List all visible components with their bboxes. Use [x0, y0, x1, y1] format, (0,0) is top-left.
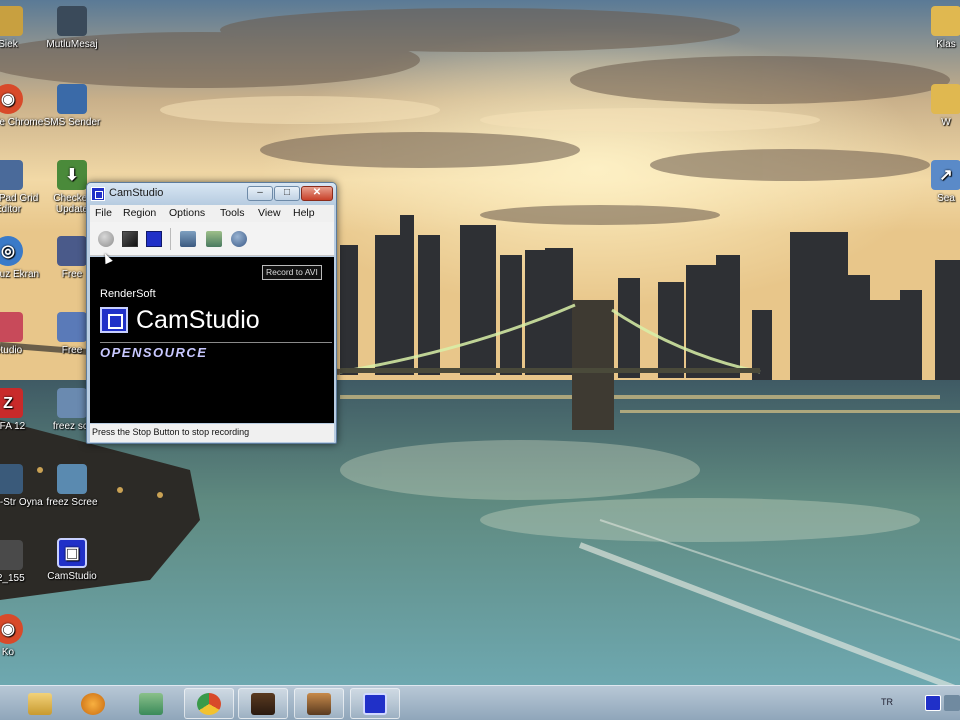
network-icon: [139, 692, 163, 715]
window-title: CamStudio: [109, 187, 164, 199]
desktop-icon-label: freez Scree: [46, 497, 98, 508]
camstudio-icon: [363, 692, 387, 715]
taskbar-camstudio[interactable]: [350, 688, 400, 719]
minimize-button[interactable]: –: [247, 186, 273, 201]
desktop-icon-klasor[interactable]: Klas: [910, 6, 960, 50]
app-icon: [57, 388, 87, 418]
brand-name: CamStudio: [136, 306, 260, 334]
desktop-icon-search[interactable]: ↗ Sea: [910, 160, 960, 204]
download-icon: ⬇: [57, 160, 87, 190]
status-bar: Press the Stop Button to stop recording: [90, 424, 334, 442]
desktop-icon-w[interactable]: W: [910, 84, 960, 128]
tray-arrow-icon[interactable]: [904, 695, 920, 711]
desktop-icon-label: Sea: [937, 193, 955, 204]
studio-icon: [0, 312, 23, 342]
desktop-icon-label: Free: [61, 269, 83, 280]
app-icon: [57, 464, 87, 494]
desktop-icon-label: Klas: [936, 39, 956, 50]
desktop-icon-freez-screen[interactable]: freez Scree: [36, 464, 108, 508]
shortcut-icon: ↗: [931, 160, 960, 190]
close-button[interactable]: ✕: [301, 186, 333, 201]
record-button[interactable]: [98, 231, 114, 247]
media-player-icon: [81, 692, 105, 715]
desktop-icon-mutlumesaj[interactable]: MutluMesaj: [36, 6, 108, 50]
chrome-icon: ◉: [0, 84, 23, 114]
taskbar-media-player[interactable]: [68, 688, 118, 719]
window-titlebar[interactable]: CamStudio – □ ✕: [87, 183, 336, 205]
folder-icon: [0, 6, 23, 36]
desktop-icon-label: W: [941, 117, 951, 128]
globe-icon[interactable]: [231, 231, 247, 247]
desktop-icon-chrome-2[interactable]: ◉ Ko: [0, 614, 44, 658]
desktop-icon-label: MutluMesaj: [46, 39, 98, 50]
desktop-icon-sms-sender[interactable]: SMS Sender: [36, 84, 108, 128]
menu-tools[interactable]: Tools: [220, 207, 245, 219]
desktop-icon-label: CamStudio: [47, 571, 97, 582]
desktop-icon-label: 42_155: [0, 573, 25, 584]
menu-file[interactable]: File: [95, 207, 112, 219]
folder-icon: [931, 84, 960, 114]
taskbar-explorer[interactable]: [15, 688, 65, 719]
desktop-icon-label: SMS Sender: [43, 117, 101, 128]
taskbar-network[interactable]: [126, 688, 176, 719]
brand-tagline: OPENSOURCE: [100, 345, 208, 360]
fifa-icon: Z: [0, 388, 23, 418]
horse-icon: [251, 692, 275, 715]
folder-icon: [931, 6, 960, 36]
notepad-icon: [0, 160, 23, 190]
game-character-icon: [307, 692, 331, 715]
tray-network-icon[interactable]: [944, 695, 960, 711]
toolbar-separator: [170, 228, 171, 250]
stop-button[interactable]: [122, 231, 138, 247]
desktop-icon-camstudio[interactable]: ▣ CamStudio: [36, 538, 108, 582]
app-icon: [57, 312, 87, 342]
chrome-icon: ◉: [0, 614, 23, 644]
camstudio-logo-icon: [100, 307, 128, 333]
folder-icon: [28, 692, 52, 715]
app-icon: [57, 6, 87, 36]
game-icon: [0, 464, 23, 494]
desktop-icon-label: Studio: [0, 345, 23, 356]
chrome-icon: [197, 692, 221, 715]
layout-icon[interactable]: [206, 231, 222, 247]
globe-icon: ◎: [0, 236, 23, 266]
maximize-button[interactable]: □: [274, 186, 300, 201]
desktop-icon-label: FIFA 12: [0, 421, 26, 432]
taskbar-game-app[interactable]: [294, 688, 344, 719]
desktop-icon-label: Siek: [0, 39, 18, 50]
region-icon[interactable]: [180, 231, 196, 247]
taskbar-horse-app[interactable]: [238, 688, 288, 719]
desktop-icon-label: Ko: [1, 647, 15, 658]
desktop-icon-label: NotePad Grid Editor: [0, 193, 39, 215]
taskbar: TR: [0, 685, 960, 720]
menu-view[interactable]: View: [258, 207, 281, 219]
camstudio-window[interactable]: CamStudio – □ ✕ File Region Options Tool…: [86, 182, 337, 444]
sms-app-icon: [57, 84, 87, 114]
record-to-avi-button[interactable]: Record to AVI: [262, 265, 322, 280]
menu-help[interactable]: Help: [293, 207, 315, 219]
brand-subtitle: RenderSoft: [100, 288, 156, 300]
camstudio-app-icon: [91, 187, 105, 201]
menu-bar: File Region Options Tools View Help: [90, 205, 334, 222]
app-icon: [57, 236, 87, 266]
camstudio-icon: ▣: [57, 538, 87, 568]
taskbar-chrome[interactable]: [184, 688, 234, 719]
menu-region[interactable]: Region: [123, 207, 156, 219]
brand-divider: [100, 342, 332, 343]
toolbar: [90, 222, 334, 256]
tray-camstudio-icon[interactable]: [925, 695, 941, 711]
menu-options[interactable]: Options: [169, 207, 205, 219]
preview-canvas: Record to AVI RenderSoft CamStudio OPENS…: [90, 257, 334, 423]
desktop-icon-label: Sonsuz Ekran: [0, 269, 40, 280]
file-icon: [0, 540, 23, 570]
tray-language[interactable]: TR: [881, 697, 893, 707]
pause-button[interactable]: [146, 231, 162, 247]
desktop-icon-label: Free: [61, 345, 83, 356]
